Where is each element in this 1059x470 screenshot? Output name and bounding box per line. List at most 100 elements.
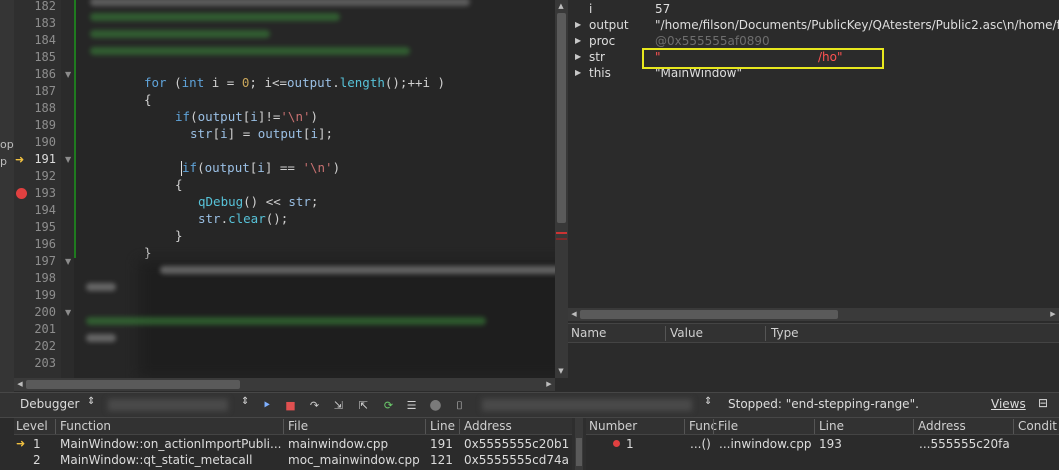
scroll-down-icon[interactable]: ▼ — [555, 365, 567, 378]
gutter-line[interactable]: 186 — [14, 66, 61, 83]
header-level[interactable]: Level — [16, 419, 48, 433]
snapshot-icon[interactable]: ⌷ — [452, 398, 467, 413]
gutter-line[interactable]: 190 — [14, 134, 61, 151]
locals-row-output[interactable]: ▶ output "/home/filson/Documents/PublicKey… — [568, 17, 1059, 33]
header-value[interactable]: Value — [670, 326, 703, 340]
restart-icon[interactable]: ⟳ — [381, 398, 396, 413]
watchers-view[interactable] — [568, 343, 1059, 392]
header-condition[interactable]: Condit — [1018, 419, 1057, 433]
stack-line: 121 — [430, 453, 453, 467]
stack-vertical-scrollbar[interactable] — [572, 418, 586, 470]
locals-row-i[interactable]: i 57 — [568, 1, 1059, 17]
updown-icon[interactable]: ⇕ — [241, 396, 249, 407]
breakpoint-row[interactable]: 1 ...() ...inwindow.cpp 193 ...555555c20fa — [586, 436, 1059, 452]
gutter-line[interactable]: 184 — [14, 32, 61, 49]
gutter-line[interactable]: 182 — [14, 0, 61, 15]
header-line[interactable]: Line — [430, 419, 455, 433]
locals-view[interactable]: i 57 ▶ output "/home/filson/Documents/Public… — [568, 0, 1059, 308]
blurred-code-line — [90, 0, 470, 6]
scroll-up-icon[interactable]: ▲ — [555, 0, 567, 13]
gutter-line[interactable]: 196 — [14, 236, 61, 253]
gutter-line[interactable]: 199 — [14, 287, 61, 304]
gutter-line[interactable]: 195 — [14, 219, 61, 236]
left-strip-text-2: p — [0, 155, 7, 168]
scrollbar-thumb[interactable] — [580, 310, 838, 319]
thread-combo[interactable] — [482, 399, 692, 411]
line-number: 183 — [34, 16, 56, 30]
gutter-line[interactable]: 202 — [14, 338, 61, 355]
breakpoint-scroll-marker — [556, 238, 567, 240]
header-number[interactable]: Number — [589, 419, 637, 433]
gutter-line[interactable]: 191 ➜ — [14, 151, 61, 168]
updown-icon[interactable]: ⇕ — [704, 396, 712, 407]
operate-by-instruction-icon[interactable]: ☰ — [404, 398, 419, 413]
gutter-line[interactable]: 187 — [14, 83, 61, 100]
blurred-code-line — [90, 47, 410, 55]
gutter-line[interactable]: 185 — [14, 49, 61, 66]
fold-marker-icon[interactable]: ▼ — [65, 151, 71, 168]
editor-horizontal-scrollbar[interactable]: ◀ ▶ — [14, 378, 555, 391]
gutter-line[interactable]: 193 — [14, 185, 61, 202]
stack-row[interactable]: 2 MainWindow::qt_static_metacall moc_mainw… — [14, 452, 572, 468]
stack-row[interactable]: ➜ 1 MainWindow::on_actionImportPubli... mai… — [14, 436, 572, 452]
locals-horizontal-scrollbar[interactable]: ◀ ▶ — [568, 308, 1059, 321]
stack-file: mainwindow.cpp — [288, 437, 389, 451]
gutter-line[interactable]: 183 — [14, 15, 61, 32]
locals-row-proc[interactable]: ▶ proc @0x555555af0890 — [568, 33, 1059, 49]
header-address[interactable]: Address — [918, 419, 966, 433]
gutter-line[interactable]: 189 — [14, 117, 61, 134]
gutter-line[interactable]: 197 — [14, 253, 61, 270]
line-number: 190 — [34, 135, 56, 149]
scrollbar-thumb[interactable] — [576, 438, 582, 466]
step-out-icon[interactable]: ⇱ — [356, 398, 371, 413]
fold-marker-icon[interactable]: ▼ — [65, 66, 71, 83]
record-icon[interactable]: ● — [428, 398, 443, 413]
arrow-right-icon: ➜ — [15, 153, 25, 166]
scroll-right-icon[interactable]: ▶ — [543, 378, 555, 391]
expand-arrow-icon[interactable]: ▶ — [575, 49, 581, 65]
engine-combo[interactable] — [108, 399, 228, 411]
step-into-icon[interactable]: ⇲ — [331, 398, 346, 413]
header-line[interactable]: Line — [819, 419, 844, 433]
breakpoint-dot-icon[interactable] — [16, 188, 27, 199]
header-address[interactable]: Address — [464, 419, 512, 433]
gutter-line[interactable]: 200 — [14, 304, 61, 321]
header-file[interactable]: File — [288, 419, 308, 433]
gutter-line[interactable]: 203 — [14, 355, 61, 372]
expand-arrow-icon[interactable]: ▶ — [575, 65, 581, 81]
code-line-189: str[i] = output[i]; — [190, 126, 334, 141]
scroll-right-icon[interactable]: ▶ — [1047, 308, 1059, 321]
editor-vertical-scrollbar[interactable]: ▲ ▼ — [555, 0, 568, 378]
header-file[interactable]: File — [718, 419, 738, 433]
stop-icon[interactable]: ■ — [283, 398, 298, 413]
step-over-icon[interactable]: ↷ — [307, 398, 322, 413]
header-name[interactable]: Name — [571, 326, 606, 340]
expand-arrow-icon[interactable]: ▶ — [575, 33, 581, 49]
gutter-line[interactable]: 201 — [14, 321, 61, 338]
header-type[interactable]: Type — [771, 326, 799, 340]
updown-icon[interactable]: ⇕ — [87, 396, 95, 407]
scroll-left-icon[interactable]: ◀ — [14, 378, 26, 391]
scroll-left-icon[interactable]: ◀ — [568, 308, 580, 321]
breakpoint-function: ...() — [690, 437, 711, 451]
gutter-line[interactable]: 194 — [14, 202, 61, 219]
code-editor[interactable]: 182 183 184 185 186 187 188 189 190 191 ➜ 192 193 194… — [14, 0, 555, 378]
column-separator — [459, 419, 460, 434]
header-function[interactable]: Function — [60, 419, 111, 433]
gutter-line[interactable]: 198 — [14, 270, 61, 287]
gutter-line[interactable]: 192 — [14, 168, 61, 185]
scrollbar-thumb[interactable] — [26, 380, 240, 389]
fold-marker-icon[interactable]: ▼ — [65, 304, 71, 321]
continue-icon[interactable]: ⯈ — [259, 398, 274, 413]
fold-column[interactable]: ▼ ▼ ▼ ▼ — [61, 0, 74, 378]
scrollbar-thumb[interactable] — [557, 13, 566, 223]
debugger-label[interactable]: Debugger — [20, 397, 79, 411]
float-window-icon[interactable]: ⊟ — [1038, 396, 1048, 410]
views-button[interactable]: Views — [991, 397, 1026, 411]
column-separator — [684, 419, 685, 434]
code-area[interactable]: for (int i = 0; i<=output.length();++i )… — [76, 0, 555, 378]
line-number-gutter[interactable]: 182 183 184 185 186 187 188 189 190 191 ➜ 192 193 194… — [14, 0, 61, 378]
gutter-line[interactable]: 188 — [14, 100, 61, 117]
fold-marker-icon[interactable]: ▼ — [65, 253, 71, 270]
expand-arrow-icon[interactable]: ▶ — [575, 17, 581, 33]
